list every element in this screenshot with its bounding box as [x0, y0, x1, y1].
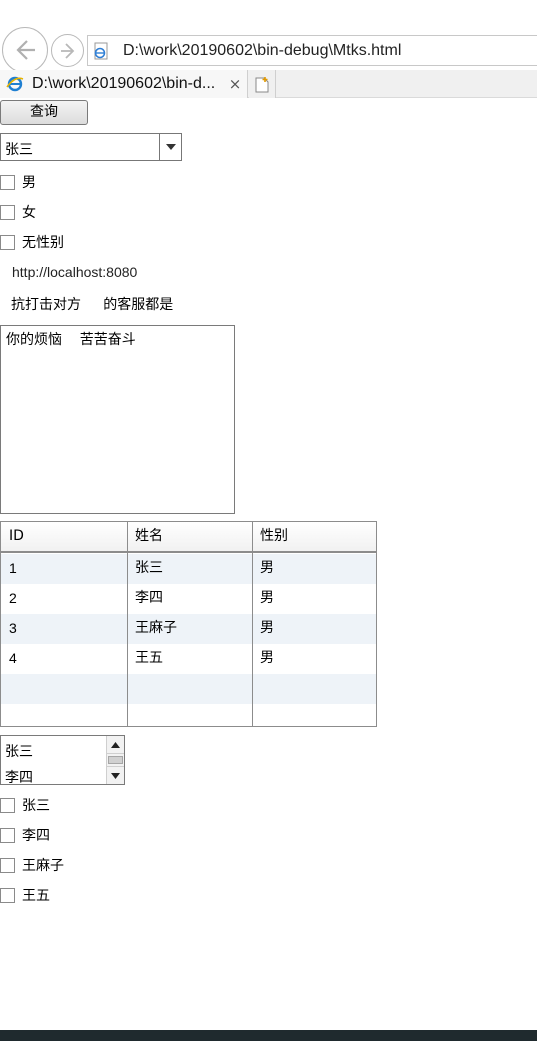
column-header-id[interactable]: ID — [1, 522, 127, 552]
localhost-link[interactable]: http://localhost:8080 — [12, 264, 137, 280]
notes-textarea[interactable]: 你的烦恼 苦苦奋斗 — [0, 325, 235, 514]
list-item[interactable]: 李四 — [5, 767, 33, 784]
gender-option-male[interactable]: 男 — [0, 171, 36, 193]
dropdown-arrow-icon[interactable] — [159, 134, 181, 160]
empty-row — [1, 674, 376, 704]
scroll-thumb[interactable] — [108, 756, 123, 764]
name-option-wangwu[interactable]: 王五 — [0, 884, 50, 906]
checkbox[interactable] — [0, 204, 15, 220]
checkbox-label: 李四 — [22, 828, 50, 844]
table-row[interactable]: 2 李四 男 — [1, 584, 376, 614]
checkbox[interactable] — [0, 827, 15, 843]
forward-arrow-icon — [60, 42, 74, 59]
forward-button[interactable] — [51, 34, 84, 67]
checkbox-label: 张三 — [22, 798, 50, 814]
listbox-scrollbar[interactable] — [106, 736, 124, 784]
checkbox-label: 王麻子 — [22, 858, 64, 874]
column-header-name[interactable]: 姓名 — [127, 522, 252, 552]
cell-name: 王五 — [135, 650, 163, 666]
checkbox-label: 王五 — [22, 888, 50, 904]
cell-gender: 男 — [260, 560, 274, 576]
address-bar[interactable]: D:\work\20190602\bin-debug\Mtks.html — [87, 35, 537, 66]
name-listbox[interactable]: 张三 李四 — [0, 735, 125, 785]
checkbox[interactable] — [0, 797, 15, 813]
tab-active[interactable]: D:\work\20190602\bin-d... × — [0, 70, 248, 98]
query-button[interactable]: 查询 — [0, 100, 88, 125]
checkbox[interactable] — [0, 887, 15, 903]
cell-gender: 男 — [260, 620, 274, 636]
tab-strip: D:\work\20190602\bin-d... × — [0, 70, 537, 98]
address-url[interactable]: D:\work\20190602\bin-debug\Mtks.html — [123, 42, 401, 60]
ie-page-icon — [94, 42, 108, 59]
cell-name: 李四 — [135, 590, 163, 606]
cell-name: 张三 — [135, 560, 163, 576]
tab-title: D:\work\20190602\bin-d... — [32, 75, 216, 92]
table-row[interactable]: 1 张三 男 — [1, 554, 376, 584]
table-row[interactable]: 3 王麻子 男 — [1, 614, 376, 644]
name-option-zhangsan[interactable]: 张三 — [0, 794, 50, 816]
column-divider — [127, 522, 128, 726]
list-item[interactable]: 张三 — [5, 741, 33, 761]
select-value: 张三 — [5, 142, 33, 158]
empty-row — [1, 704, 376, 726]
static-text-line: 抗打击对方 的客服都是 — [11, 297, 174, 313]
new-tab-icon — [255, 76, 269, 92]
name-option-wangmazi[interactable]: 王麻子 — [0, 854, 64, 876]
cell-id: 1 — [9, 560, 17, 576]
new-tab-button[interactable] — [249, 70, 276, 98]
name-option-lisi[interactable]: 李四 — [0, 824, 50, 846]
table-row[interactable]: 4 王五 男 — [1, 644, 376, 674]
scroll-up-icon[interactable] — [107, 736, 124, 754]
checkbox-label: 女 — [22, 205, 36, 221]
checkbox[interactable] — [0, 174, 15, 190]
cell-id: 3 — [9, 620, 17, 636]
gender-option-none[interactable]: 无性别 — [0, 231, 64, 253]
cell-gender: 男 — [260, 650, 274, 666]
close-tab-icon[interactable]: × — [228, 75, 242, 93]
cell-name: 王麻子 — [135, 620, 177, 636]
cell-gender: 男 — [260, 590, 274, 606]
cell-id: 2 — [9, 590, 17, 606]
scroll-down-icon[interactable] — [107, 766, 124, 784]
taskbar — [0, 1030, 537, 1041]
back-button[interactable] — [2, 27, 48, 73]
gender-option-female[interactable]: 女 — [0, 201, 36, 223]
checkbox-label: 无性别 — [22, 235, 64, 251]
column-header-gender[interactable]: 性别 — [252, 522, 376, 552]
checkbox[interactable] — [0, 857, 15, 873]
name-select[interactable]: 张三 — [0, 133, 182, 161]
ie-logo-icon — [6, 76, 24, 92]
checkbox-label: 男 — [22, 175, 36, 191]
back-arrow-icon — [16, 40, 35, 60]
column-divider — [252, 522, 253, 726]
grid-header: ID 姓名 性别 — [1, 522, 376, 553]
cell-id: 4 — [9, 650, 17, 666]
data-grid: ID 姓名 性别 1 张三 男 2 李四 男 3 王麻子 男 4 王五 男 — [0, 521, 377, 727]
checkbox[interactable] — [0, 234, 15, 250]
